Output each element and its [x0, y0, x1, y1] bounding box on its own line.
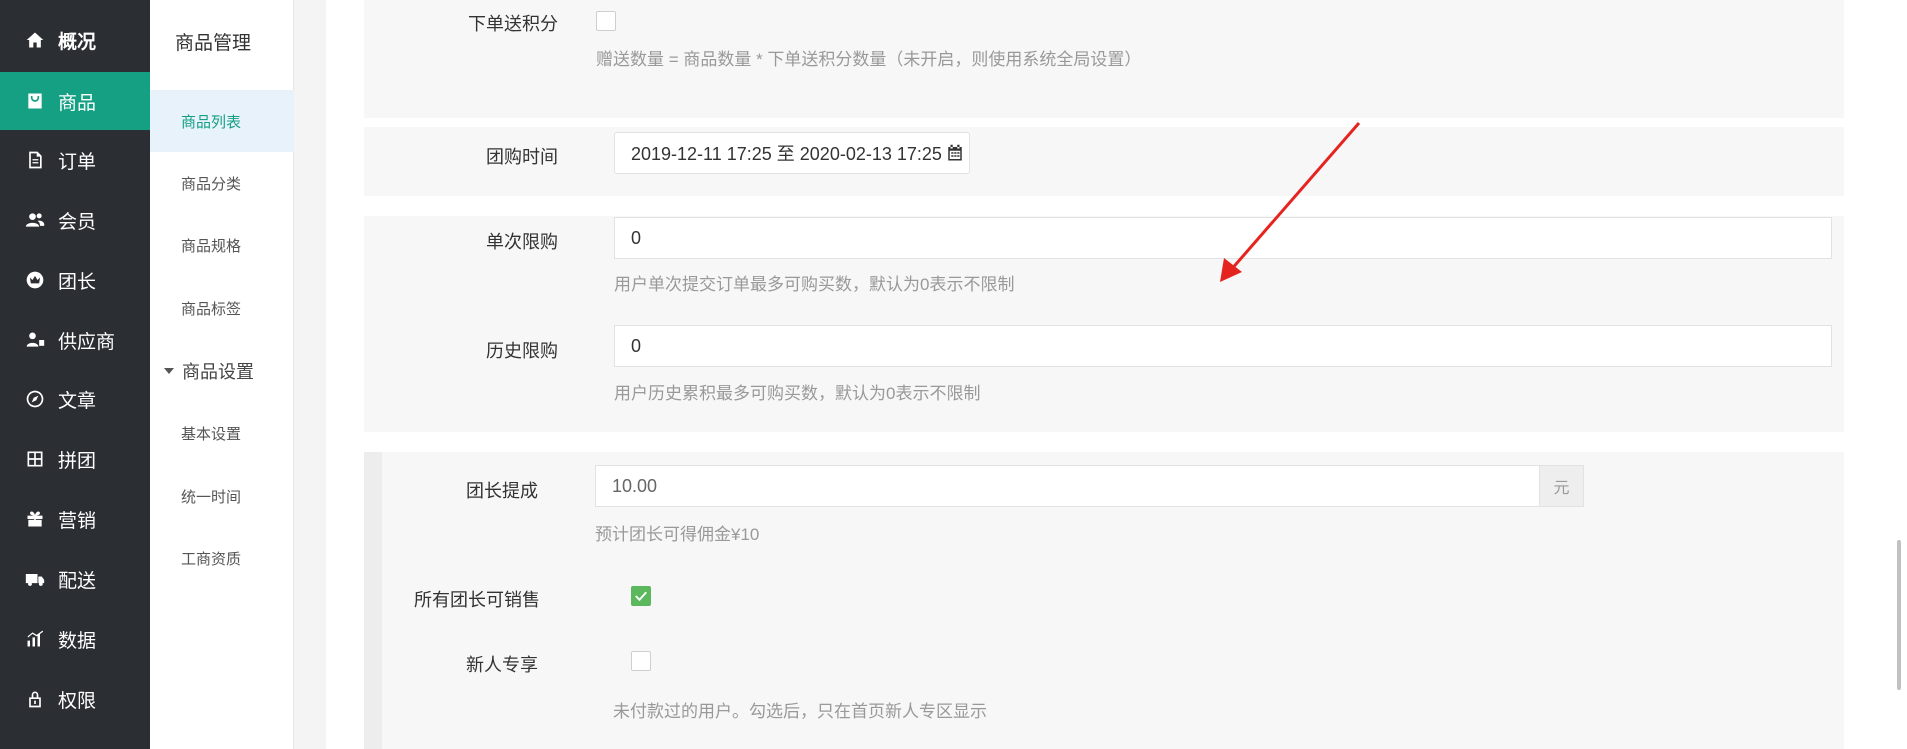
subnav-item-basic-settings[interactable]: 基本设置	[150, 402, 294, 464]
group-time-input[interactable]: 2019-12-11 17:25 至 2020-02-13 17:25	[614, 132, 970, 174]
group-time-panel: 团购时间 2019-12-11 17:25 至 2020-02-13 17:25	[364, 127, 1844, 196]
commission-label: 团长提成	[466, 481, 538, 501]
lock-icon	[24, 688, 46, 710]
nav-item-label: 商品	[58, 92, 97, 114]
bar-chart-icon	[24, 628, 46, 650]
check-icon	[635, 591, 647, 602]
nav-item-label: 权限	[58, 690, 97, 712]
all-leaders-label: 所有团长可销售	[414, 590, 540, 610]
main-sidebar: 概况 商品 订单 会员 团长 供应商 文章 拼团 营销 配送 数据 权限	[0, 0, 150, 749]
nav-item-label: 订单	[58, 151, 97, 173]
nav-item-label: 团长	[58, 271, 97, 293]
newcomer-help: 未付款过的用户。勾选后，只在首页新人专区显示	[613, 702, 987, 721]
all-leaders-checkbox[interactable]	[631, 586, 651, 606]
subnav-title: 商品管理	[175, 33, 252, 54]
sub-sidebar: 商品管理 商品列表 商品分类 商品规格 商品标签 商品设置 基本设置 统一时间 …	[150, 0, 294, 749]
nav-item-label: 概况	[58, 31, 97, 53]
newcomer-label: 新人专享	[466, 655, 538, 675]
grid-icon	[24, 448, 46, 470]
nav-item-label: 会员	[58, 211, 97, 233]
gift-icon	[24, 508, 46, 530]
nav-item-label: 文章	[58, 390, 97, 412]
home-icon	[24, 29, 46, 51]
order-points-panel: 下单送积分 赠送数量 = 商品数量 * 下单送积分数量（未开启，则使用系统全局设…	[364, 0, 1844, 118]
nav-item-group-buy[interactable]: 拼团	[0, 430, 150, 488]
subnav-group-label: 商品设置	[182, 362, 254, 382]
nav-item-label: 供应商	[58, 331, 116, 353]
nav-item-permissions[interactable]: 权限	[0, 670, 150, 728]
nav-item-overview[interactable]: 概况	[0, 11, 150, 69]
single-limit-label: 单次限购	[486, 232, 558, 252]
nav-item-articles[interactable]: 文章	[0, 370, 150, 428]
commission-input[interactable]: 10.00	[595, 465, 1540, 507]
order-points-label: 下单送积分	[468, 14, 558, 34]
newcomer-checkbox[interactable]	[631, 651, 651, 671]
users-icon	[24, 209, 46, 231]
nav-item-suppliers[interactable]: 供应商	[0, 311, 150, 369]
order-points-help: 赠送数量 = 商品数量 * 下单送积分数量（未开启，则使用系统全局设置）	[596, 50, 1142, 69]
history-limit-help: 用户历史累积最多可购买数，默认为0表示不限制	[614, 384, 981, 403]
purchase-limit-panel: 单次限购 0 用户单次提交订单最多可购买数，默认为0表示不限制 历史限购 0 用…	[364, 216, 1844, 432]
nav-item-label: 数据	[58, 630, 97, 652]
truck-icon	[24, 568, 46, 590]
document-icon	[24, 149, 46, 171]
annotation-arrow	[1220, 122, 1361, 282]
compass-icon	[24, 388, 46, 410]
bag-icon	[24, 90, 46, 112]
nav-item-orders[interactable]: 订单	[0, 131, 150, 189]
nav-item-marketing[interactable]: 营销	[0, 490, 150, 548]
nav-item-delivery[interactable]: 配送	[0, 550, 150, 608]
nav-item-members[interactable]: 会员	[0, 191, 150, 249]
crown-icon	[24, 269, 46, 291]
nav-item-leaders[interactable]: 团长	[0, 251, 150, 309]
commission-unit: 元	[1540, 465, 1584, 507]
subnav-group-goods-settings[interactable]: 商品设置	[164, 351, 254, 391]
subnav-item-goods-spec[interactable]: 商品规格	[150, 214, 294, 276]
supplier-icon	[24, 329, 46, 351]
subnav-item-goods-list[interactable]: 商品列表	[150, 90, 294, 152]
single-limit-value: 0	[631, 227, 642, 248]
group-time-value: 2019-12-11 17:25 至 2020-02-13 17:25	[631, 144, 942, 164]
commission-value: 10.00	[612, 475, 658, 496]
nav-item-goods[interactable]: 商品	[0, 72, 150, 130]
calendar-icon	[946, 144, 964, 162]
nav-item-label: 配送	[58, 570, 97, 592]
scrollbar-track[interactable]	[1882, 0, 1907, 749]
scrollbar-thumb[interactable]	[1897, 540, 1901, 690]
caret-down-icon	[164, 368, 174, 374]
subnav-item-unified-time[interactable]: 统一时间	[150, 465, 294, 527]
history-limit-value: 0	[631, 335, 642, 356]
order-points-checkbox[interactable]	[596, 11, 616, 31]
subnav-item-goods-category[interactable]: 商品分类	[150, 152, 294, 214]
nav-item-label: 拼团	[58, 450, 97, 472]
main-content: 下单送积分 赠送数量 = 商品数量 * 下单送积分数量（未开启，则使用系统全局设…	[326, 0, 1882, 749]
history-limit-input[interactable]: 0	[614, 325, 1832, 367]
commission-help: 预计团长可得佣金¥10	[595, 525, 760, 544]
single-limit-help: 用户单次提交订单最多可购买数，默认为0表示不限制	[614, 275, 1015, 294]
subnav-item-goods-tag[interactable]: 商品标签	[150, 277, 294, 339]
nav-item-label: 营销	[58, 510, 97, 532]
history-limit-label: 历史限购	[486, 341, 558, 361]
leader-commission-panel: 团长提成 10.00 元 预计团长可得佣金¥10 所有团长可销售 新人专享 未付…	[364, 452, 1844, 749]
group-time-label: 团购时间	[486, 147, 558, 167]
nav-item-data[interactable]: 数据	[0, 610, 150, 668]
subnav-item-business-qualification[interactable]: 工商资质	[150, 527, 294, 589]
